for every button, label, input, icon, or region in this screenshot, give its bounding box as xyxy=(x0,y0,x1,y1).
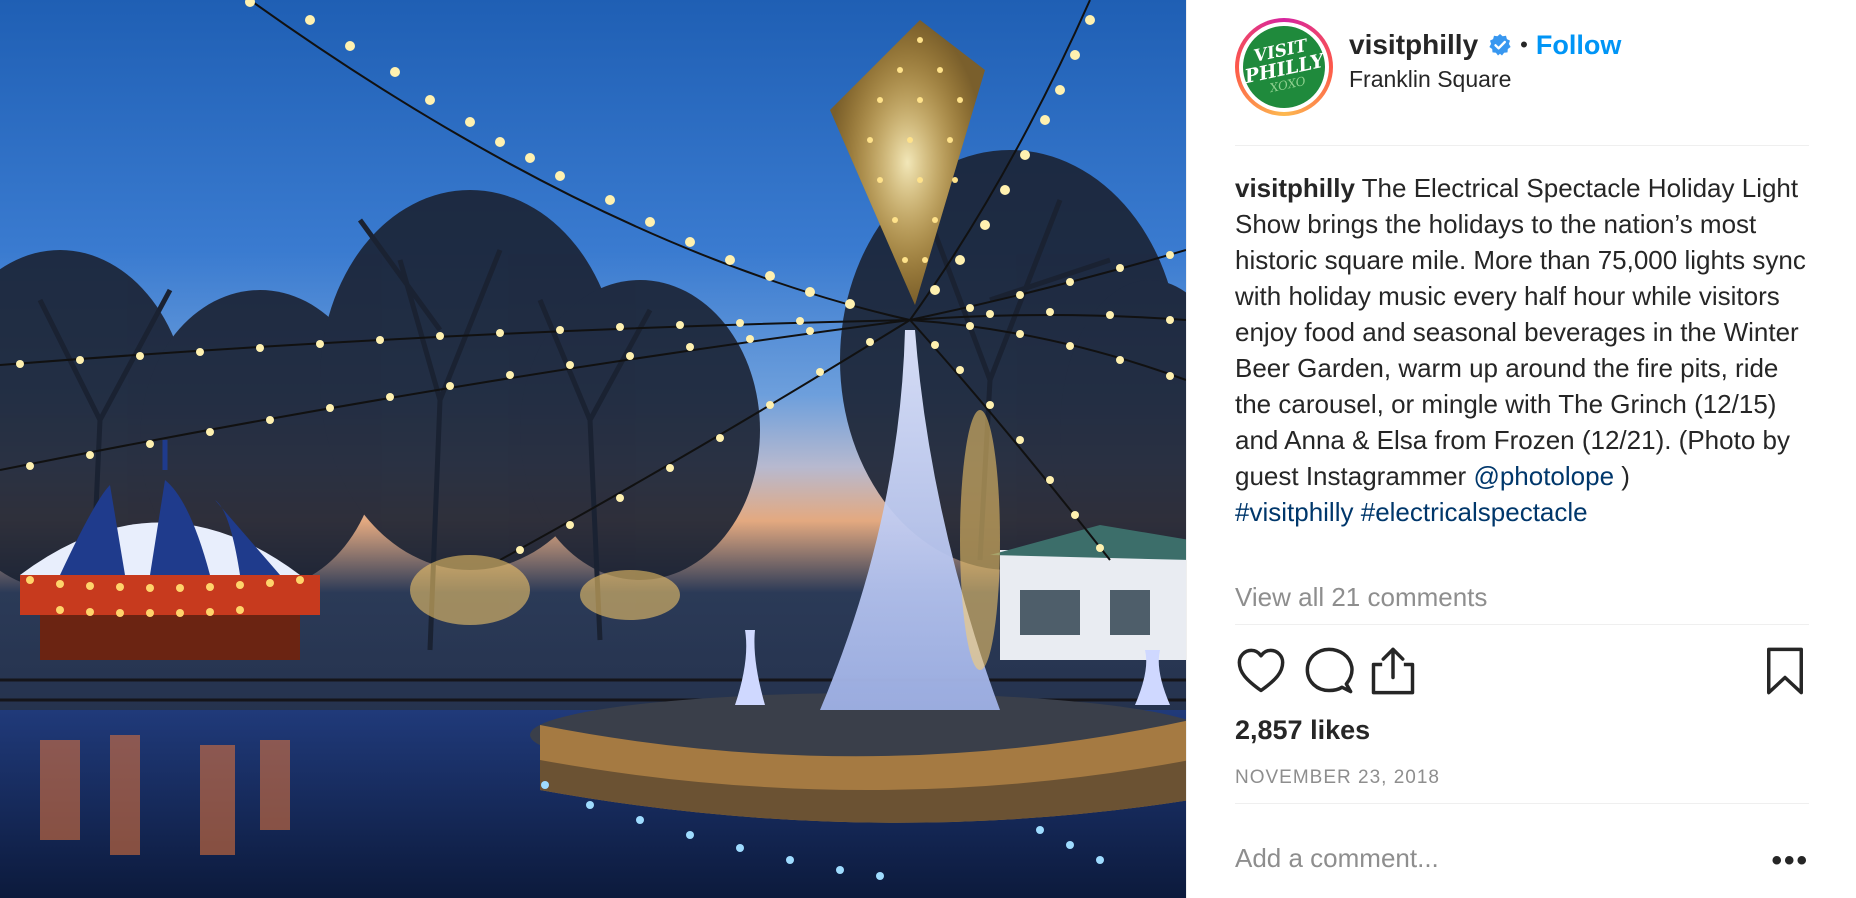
post-photo[interactable] xyxy=(0,0,1186,898)
avatar-frame: VISIT PHILLY XOXO xyxy=(1235,18,1333,116)
post-sidebar: VISIT PHILLY XOXO visitphilly • Follow F… xyxy=(1186,0,1856,898)
action-bar: 2,857 likes NOVEMBER 23, 2018 xyxy=(1235,624,1809,830)
avatar-logo: VISIT PHILLY XOXO xyxy=(1235,18,1333,116)
save-button[interactable] xyxy=(1759,645,1811,697)
follow-button[interactable]: Follow xyxy=(1536,30,1621,61)
post-date: NOVEMBER 23, 2018 xyxy=(1235,767,1440,788)
comment-icon xyxy=(1305,647,1354,694)
caption-mention[interactable]: @photolope xyxy=(1473,461,1614,491)
post-caption: visitphilly The Electrical Spectacle Hol… xyxy=(1235,170,1815,530)
share-button[interactable] xyxy=(1367,645,1419,697)
header-username[interactable]: visitphilly xyxy=(1349,29,1478,61)
comment-bar: ••• xyxy=(1235,803,1809,898)
view-all-comments-link[interactable]: View all 21 comments xyxy=(1235,582,1487,613)
bookmark-icon xyxy=(1767,647,1803,695)
header-text: visitphilly • Follow Franklin Square xyxy=(1349,28,1621,93)
location-link[interactable]: Franklin Square xyxy=(1349,66,1621,93)
caption-hashtag-electricalspectacle[interactable]: #electricalspectacle xyxy=(1361,497,1588,527)
header-line: visitphilly • Follow xyxy=(1349,28,1621,62)
comment-button[interactable] xyxy=(1303,645,1355,697)
share-icon xyxy=(1371,647,1415,695)
comment-input[interactable] xyxy=(1235,828,1735,874)
like-button[interactable] xyxy=(1235,645,1287,697)
header-separator: • xyxy=(1520,32,1528,57)
caption-username[interactable]: visitphilly xyxy=(1235,173,1355,203)
photo-illustration xyxy=(0,0,1186,898)
heart-icon xyxy=(1237,648,1285,693)
caption-text: The Electrical Spectacle Holiday Light S… xyxy=(1235,173,1806,491)
avatar[interactable]: VISIT PHILLY XOXO xyxy=(1235,18,1333,116)
likes-count[interactable]: 2,857 likes xyxy=(1235,715,1370,746)
caption-after-mention: ) xyxy=(1614,461,1630,491)
caption-hashtag-visitphilly[interactable]: #visitphilly xyxy=(1235,497,1354,527)
post-header: VISIT PHILLY XOXO visitphilly • Follow F… xyxy=(1235,18,1809,146)
verified-badge-icon xyxy=(1489,34,1511,56)
more-options-button[interactable]: ••• xyxy=(1771,844,1809,878)
